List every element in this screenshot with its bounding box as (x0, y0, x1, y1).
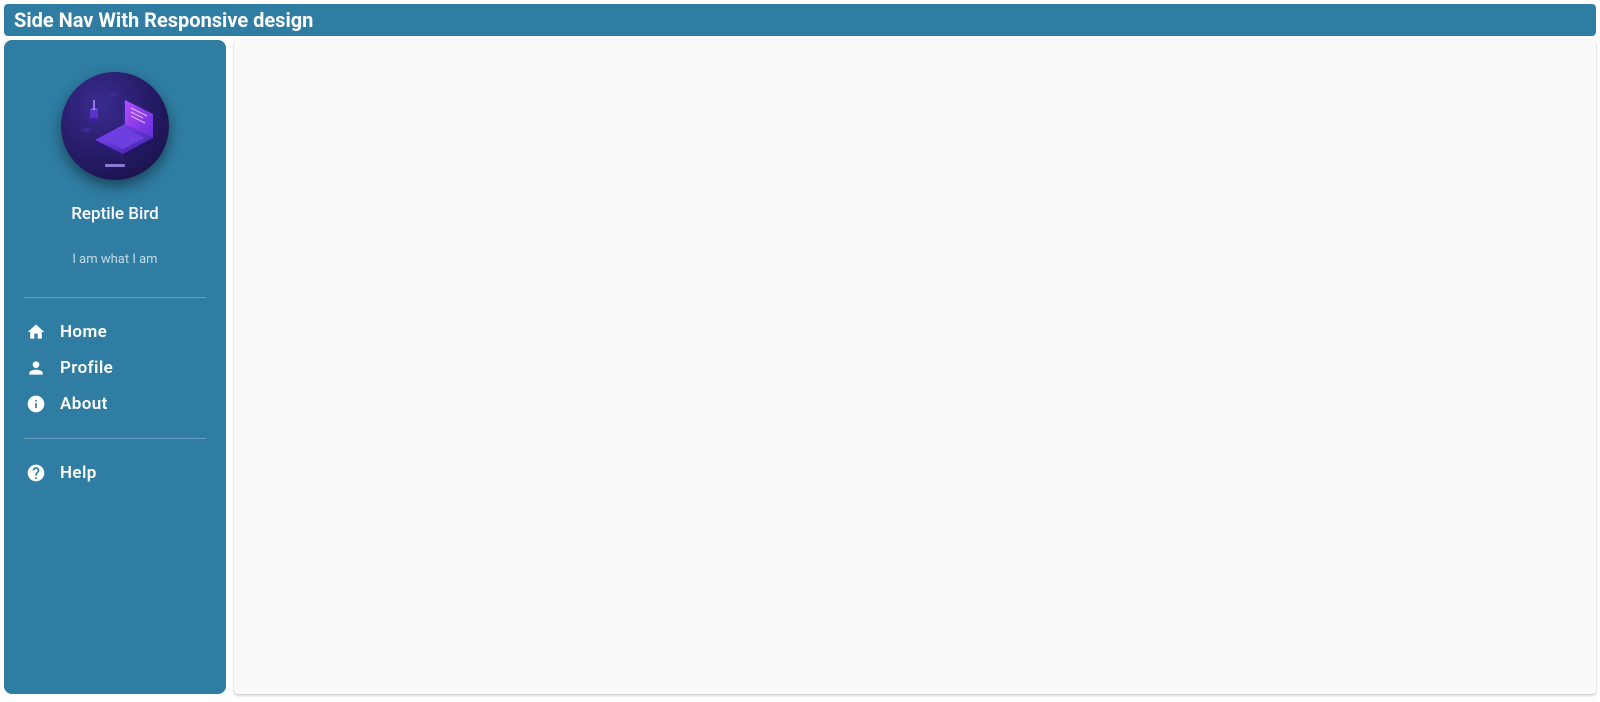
app-title: Side Nav With Responsive design (14, 8, 313, 32)
info-icon (26, 394, 46, 414)
nav-item-profile[interactable]: Profile (14, 350, 216, 386)
avatar-illustration (61, 72, 169, 180)
app-layout: Reptile Bird I am what I am Home Profile (4, 40, 1596, 694)
person-icon (26, 358, 46, 378)
home-icon (26, 322, 46, 342)
divider (24, 297, 206, 298)
avatar (61, 72, 169, 180)
nav-item-label: Profile (60, 358, 113, 378)
nav-item-about[interactable]: About (14, 386, 216, 422)
nav-item-label: About (60, 394, 108, 414)
divider (24, 438, 206, 439)
app-toolbar: Side Nav With Responsive design (4, 4, 1596, 36)
nav-item-label: Help (60, 463, 97, 483)
nav-item-help[interactable]: Help (14, 455, 216, 491)
main-content (234, 40, 1596, 694)
nav-group-primary: Home Profile About (4, 314, 226, 422)
nav-group-secondary: Help (4, 455, 226, 491)
help-icon (26, 463, 46, 483)
profile-name: Reptile Bird (71, 204, 159, 224)
nav-item-home[interactable]: Home (14, 314, 216, 350)
nav-item-label: Home (60, 322, 107, 342)
profile-tagline: I am what I am (72, 252, 157, 267)
sidenav: Reptile Bird I am what I am Home Profile (4, 40, 226, 694)
profile-block: Reptile Bird I am what I am (4, 54, 226, 281)
